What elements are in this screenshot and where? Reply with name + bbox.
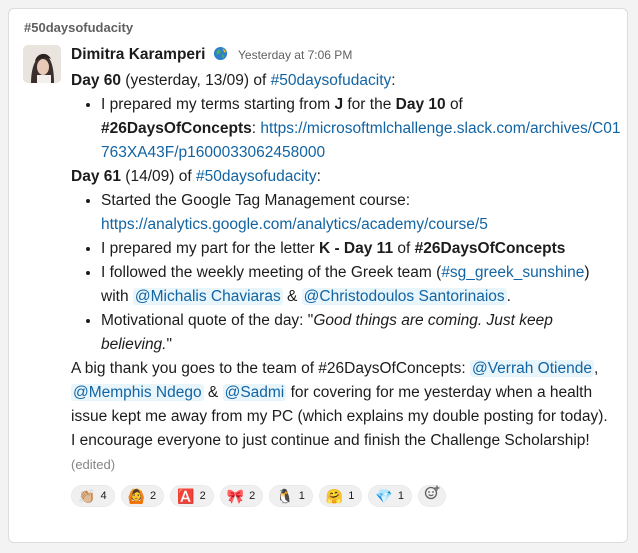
bullet-text: I prepared my part for the letter [101,240,315,257]
day60-label: Day 60 [71,72,121,89]
message-card: #50daysofudacity Dimitra Karamperi Yeste… [8,8,628,543]
concepts-tag: #26DaysOfConcepts [101,120,252,137]
reaction-count: 2 [199,490,206,502]
message-header: Dimitra Karamperi Yesterday at 7:06 PM [71,45,623,69]
concepts-tag: #26DaysOfConcepts [414,240,566,257]
letter-day: K - Day 11 [318,240,394,257]
penguin-icon: 🐧 [276,488,294,504]
clapping-hands-icon: 👏🏼 [78,488,96,504]
ribbon-icon: 🎀 [226,488,245,504]
day60-list: I prepared my terms starting from J for … [71,93,623,165]
encourage-paragraph: I encourage everyone to just continue an… [71,429,623,477]
reaction-alpha-badge[interactable]: 🅰️ 2 [170,485,214,507]
thanks-paragraph: A big thank you goes to the team of #26D… [71,357,623,429]
quote-close: " [166,336,173,353]
hashtag-link[interactable]: #50daysofudacity [271,72,392,89]
person-gesturing-ok-icon: 🙆 [127,488,145,504]
globe-icon [213,46,228,61]
hashtag-link[interactable]: #50daysofudacity [196,168,317,185]
day61-colon: : [316,168,321,185]
reaction-penguin[interactable]: 🐧 1 [269,485,313,507]
mention[interactable]: @Sadmi [222,384,287,401]
channel-name[interactable]: #50daysofudacity [24,20,133,35]
alpha-badge-icon: 🅰️ [177,488,195,504]
add-reaction-icon [424,484,440,508]
analytics-course-link[interactable]: https://analytics.google.com/analytics/a… [101,216,488,233]
day61-list: Started the Google Tag Management course… [71,189,623,357]
add-reaction-button[interactable] [417,484,446,508]
day61-paren: (14/09) of [125,168,192,185]
bullet-text: of [397,240,411,257]
colon: : [251,120,257,137]
gem-icon: 💎 [375,488,393,504]
day-label: Day 10 [395,96,446,113]
timestamp[interactable]: Yesterday at 7:06 PM [238,48,352,62]
reaction-clapping-hands[interactable]: 👏🏼 4 [71,485,115,507]
list-item: I prepared my terms starting from J for … [101,93,623,165]
reaction-ribbon[interactable]: 🎀 2 [219,485,264,507]
period: . [506,288,511,305]
bullet-text: Started the Google Tag Management course… [101,192,411,209]
thanks-text: A big thank you goes to the team of #26D… [71,360,466,377]
reaction-count: 2 [150,490,157,502]
reaction-count: 1 [397,490,404,502]
mention[interactable]: @Christodoulos Santorinaios [301,288,507,305]
bullet-text: Motivational quote of the day: " [101,312,314,329]
comma: , [593,360,599,377]
day60-line: Day 60 (yesterday, 13/09) of #50daysofud… [71,69,623,93]
ampersand: & [287,288,298,305]
reaction-count: 4 [100,490,107,502]
mention[interactable]: @Michalis Chaviaras [132,288,283,305]
reaction-count: 2 [249,490,256,502]
bullet-text: I prepared my terms starting from [101,96,331,113]
reaction-person-gesturing-ok[interactable]: 🙆 2 [120,485,165,507]
day61-label: Day 61 [71,168,121,185]
encourage-text: I encourage everyone to just continue an… [71,432,590,449]
bullet-text: for the [347,96,392,113]
list-item: I followed the weekly meeting of the Gre… [101,261,623,309]
ampersand: & [207,384,219,401]
reaction-count: 1 [298,490,305,502]
bullet-text: I followed the weekly meeting of the Gre… [101,264,442,281]
day61-line: Day 61 (14/09) of #50daysofudacity: [71,165,623,189]
reactions-bar: 👏🏼 4 🙆 2 🅰️ 2 🎀 2 🐧 1 🤗 1 💎 1 [71,485,623,507]
mention[interactable]: @Verrah Otiende [469,360,594,377]
day60-paren: (yesterday, 13/09) of [125,72,267,89]
author-name[interactable]: Dimitra Karamperi [71,46,205,63]
message: Dimitra Karamperi Yesterday at 7:06 PM D… [71,45,623,507]
edited-label: (edited) [71,457,116,472]
list-item: I prepared my part for the letter K - Da… [101,237,623,261]
channel-link[interactable]: #sg_greek_sunshine [441,264,584,281]
list-item: Started the Google Tag Management course… [101,189,623,237]
list-item: Motivational quote of the day: "Good thi… [101,309,623,357]
reaction-hugging-face[interactable]: 🤗 1 [318,485,363,507]
reaction-count: 1 [348,490,355,502]
mention[interactable]: @Memphis Ndego [71,384,204,401]
avatar[interactable] [23,45,61,83]
hugging-face-icon: 🤗 [325,488,344,504]
letter: J [334,96,344,113]
bullet-text: with [101,288,129,305]
reaction-gem[interactable]: 💎 1 [368,485,412,507]
day60-colon: : [391,72,396,89]
bullet-text: of [449,96,463,113]
bullet-text: ) [584,264,590,281]
